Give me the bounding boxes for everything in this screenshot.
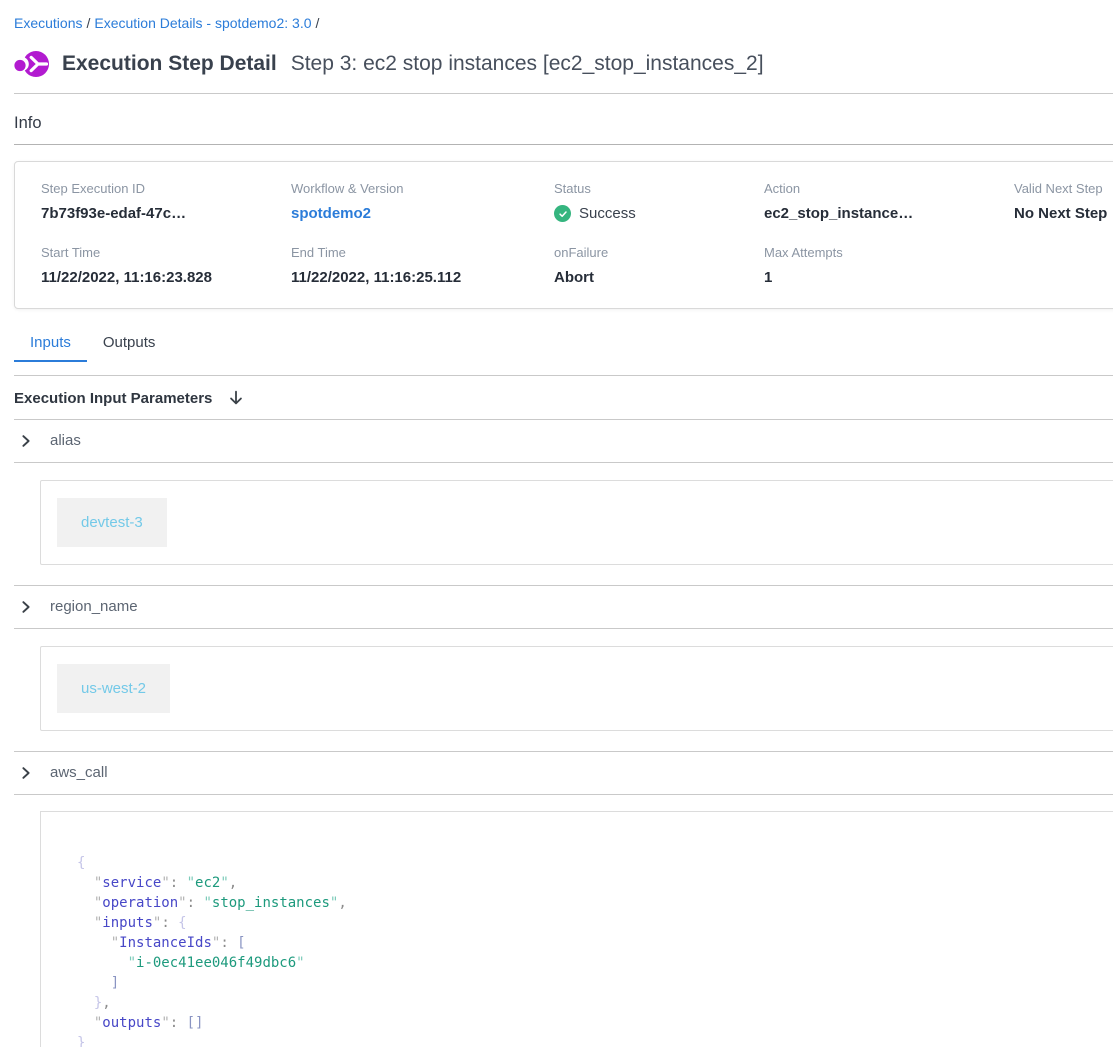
divider — [14, 144, 1113, 145]
alias-value-chip: devtest-3 — [57, 498, 167, 547]
breadcrumb-link-execution-details[interactable]: Execution Details - spotdemo2: 3.0 — [94, 15, 311, 31]
execution-step-detail-page: Executions/Execution Details - spotdemo2… — [14, 0, 1113, 1047]
tab-outputs[interactable]: Outputs — [87, 328, 172, 362]
field-value: 1 — [764, 269, 1014, 286]
code-block: { "service": "ec2", "operation": "stop_i… — [77, 853, 1113, 1047]
info-section-heading: Info — [14, 114, 1113, 133]
status-text: Success — [579, 205, 636, 222]
field-label: Step Execution ID — [41, 181, 291, 196]
divider — [14, 93, 1113, 94]
params-heading: Execution Input Parameters — [14, 390, 212, 407]
region-name-value-chip: us-west-2 — [57, 664, 170, 713]
alias-value-panel: devtest-3 — [40, 480, 1113, 565]
field-label: Start Time — [41, 245, 291, 260]
tab-inputs[interactable]: Inputs — [14, 328, 87, 362]
region-name-value-panel: us-west-2 — [40, 646, 1113, 731]
info-card: Step Execution ID 7b73f93e-edaf-47c… Wor… — [14, 161, 1113, 309]
field-label: onFailure — [554, 245, 764, 260]
field-label: End Time — [291, 245, 554, 260]
download-icon[interactable] — [227, 389, 245, 407]
tab-bar: Inputs Outputs — [14, 328, 1113, 362]
field-max-attempts: Max Attempts 1 — [764, 245, 1014, 286]
section-row-region-name[interactable]: region_name — [14, 586, 1113, 628]
section-name: aws_call — [50, 764, 108, 781]
field-on-failure: onFailure Abort — [554, 245, 764, 286]
field-start-time: Start Time 11/22/2022, 11:16:23.828 — [41, 245, 291, 286]
field-empty — [1014, 245, 1113, 286]
chevron-right-icon[interactable] — [19, 434, 33, 448]
breadcrumb-separator: / — [312, 15, 324, 31]
field-value: Abort — [554, 269, 764, 286]
section-name: alias — [50, 432, 81, 449]
field-status: Status Success — [554, 181, 764, 222]
field-valid-next-step: Valid Next Step No Next Step — [1014, 181, 1113, 222]
page-subtitle: Step 3: ec2 stop instances [ec2_stop_ins… — [291, 52, 764, 76]
status-badge: Success — [554, 205, 764, 222]
page-title: Execution Step Detail — [62, 52, 277, 76]
field-action: Action ec2_stop_instance… — [764, 181, 1014, 222]
divider — [14, 628, 1113, 629]
field-value: ec2_stop_instance… — [764, 205, 1014, 222]
field-value: 11/22/2022, 11:16:23.828 — [41, 269, 291, 286]
field-label: Status — [554, 181, 764, 196]
field-end-time: End Time 11/22/2022, 11:16:25.112 — [291, 245, 554, 286]
workflow-logo-icon — [14, 48, 50, 80]
field-value: 11/22/2022, 11:16:25.112 — [291, 269, 554, 286]
divider — [14, 462, 1113, 463]
field-step-execution-id: Step Execution ID 7b73f93e-edaf-47c… — [41, 181, 291, 222]
success-check-icon — [554, 205, 571, 222]
breadcrumb-link-executions[interactable]: Executions — [14, 15, 82, 31]
field-value: 7b73f93e-edaf-47c… — [41, 205, 291, 222]
divider — [14, 794, 1113, 795]
breadcrumb: Executions/Execution Details - spotdemo2… — [14, 0, 1113, 31]
field-label: Workflow & Version — [291, 181, 554, 196]
section-row-aws-call[interactable]: aws_call — [14, 752, 1113, 794]
params-heading-row: Execution Input Parameters — [14, 376, 1113, 419]
chevron-right-icon[interactable] — [19, 600, 33, 614]
field-workflow-version: Workflow & Version spotdemo2 — [291, 181, 554, 222]
section-name: region_name — [50, 598, 138, 615]
section-row-alias[interactable]: alias — [14, 420, 1113, 462]
field-label: Max Attempts — [764, 245, 1014, 260]
workflow-link[interactable]: spotdemo2 — [291, 205, 554, 222]
field-label: Valid Next Step — [1014, 181, 1113, 196]
title-row: Execution Step Detail Step 3: ec2 stop i… — [14, 48, 1113, 80]
chevron-right-icon[interactable] — [19, 766, 33, 780]
breadcrumb-separator: / — [82, 15, 94, 31]
field-label: Action — [764, 181, 1014, 196]
field-value: No Next Step — [1014, 205, 1113, 222]
aws-call-code-panel: { "service": "ec2", "operation": "stop_i… — [40, 811, 1113, 1047]
